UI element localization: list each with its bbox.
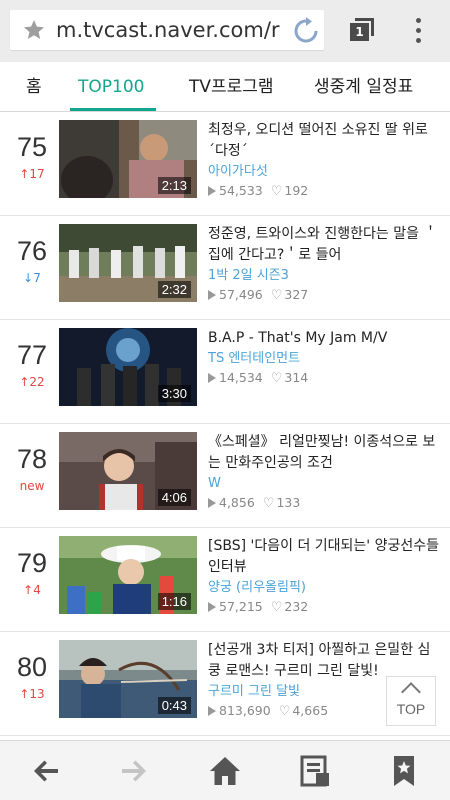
scroll-to-top-label: TOP bbox=[396, 701, 426, 717]
list-item[interactable]: 78 new 4:06 《스페셜》 리얼만찢남! 이종석으로 보는 만화주인공의… bbox=[0, 424, 450, 528]
video-duration: 2:13 bbox=[157, 177, 191, 194]
tab-live-schedule[interactable]: 생중계 일정표 bbox=[314, 62, 413, 112]
video-title[interactable]: B.A.P - That's My Jam M/V bbox=[208, 328, 440, 349]
rank-number: 79 bbox=[16, 548, 48, 578]
tab-count: 1 bbox=[350, 23, 369, 41]
address-bar[interactable]: m.tvcast.naver.com/r bbox=[10, 10, 324, 50]
video-duration: 1:16 bbox=[157, 593, 191, 610]
video-thumbnail[interactable]: 1:16 bbox=[59, 536, 197, 614]
video-title[interactable]: 정준영, 트와이스와 진행한다는 말을 ＇집에 간다고?＇로 들어 bbox=[208, 224, 440, 266]
back-arrow-icon[interactable] bbox=[28, 753, 64, 789]
video-title[interactable]: [SBS] '다음이 더 기대되는' 양궁선수들 인터뷰 bbox=[208, 536, 440, 578]
heart-icon: ♡ bbox=[270, 600, 283, 615]
view-count: 813,690 bbox=[219, 703, 271, 718]
video-duration: 4:06 bbox=[157, 489, 191, 506]
category-tabs: 홈 TOP100 TV프로그램 생중계 일정표 bbox=[0, 62, 450, 112]
like-count: 232 bbox=[284, 599, 309, 614]
video-duration: 2:32 bbox=[157, 281, 191, 298]
view-count: 4,856 bbox=[219, 495, 255, 510]
like-count: 327 bbox=[284, 287, 309, 302]
list-item[interactable]: 80 ↑13 0:43 [선공개 3차 티저] 아찔하고 은밀한 심쿵 로맨스!… bbox=[0, 632, 450, 736]
view-count: 57,215 bbox=[219, 599, 263, 614]
heart-icon: ♡ bbox=[270, 288, 283, 303]
play-count-icon bbox=[208, 498, 216, 508]
video-duration: 0:43 bbox=[157, 697, 191, 714]
list-item[interactable]: 79 ↑4 1:16 [SBS] '다음이 더 기대되는' 양궁선수들 인터뷰 … bbox=[0, 528, 450, 632]
play-count-icon bbox=[208, 373, 216, 383]
rank-number: 76 bbox=[16, 236, 48, 266]
home-icon[interactable] bbox=[207, 753, 243, 789]
overflow-menu-icon[interactable] bbox=[408, 16, 428, 46]
video-thumbnail[interactable]: 0:43 bbox=[59, 640, 197, 718]
heart-icon: ♡ bbox=[270, 184, 283, 199]
heart-icon: ♡ bbox=[278, 704, 291, 719]
channel-name[interactable]: TS 엔터테인먼트 bbox=[208, 350, 440, 368]
channel-name[interactable]: W bbox=[208, 475, 440, 493]
video-info: [SBS] '다음이 더 기대되는' 양궁선수들 인터뷰 양궁 (리우올림픽) … bbox=[208, 536, 440, 617]
list-item[interactable]: 76 ↓7 2:32 정준영, 트와이스와 진행한다는 말을 ＇집에 간다고?＇… bbox=[0, 216, 450, 320]
like-count: 4,665 bbox=[292, 703, 329, 718]
channel-name[interactable]: 아이가다섯 bbox=[208, 163, 440, 181]
rank-number: 80 bbox=[16, 652, 48, 682]
browser-chrome: m.tvcast.naver.com/r 1 bbox=[0, 0, 450, 62]
rank-change: ↑22 bbox=[19, 375, 45, 389]
url-text[interactable]: m.tvcast.naver.com/r bbox=[56, 17, 288, 43]
play-count-icon bbox=[208, 290, 216, 300]
list-item[interactable]: 75 ↑17 2:13 최정우, 오디션 떨어진 소유진 딸 위로 ´다정´ 아… bbox=[0, 112, 450, 216]
like-count: 314 bbox=[284, 370, 309, 385]
video-thumbnail[interactable]: 3:30 bbox=[59, 328, 197, 406]
chevron-up-icon bbox=[401, 682, 421, 702]
video-info: 《스페셜》 리얼만찢남! 이종석으로 보는 만화주인공의 조건 W 4,856 ♡… bbox=[208, 432, 440, 513]
forward-arrow-icon[interactable] bbox=[116, 753, 152, 789]
video-info: B.A.P - That's My Jam M/V TS 엔터테인먼트 14,5… bbox=[208, 328, 440, 388]
bottom-toolbar bbox=[0, 740, 450, 800]
reload-icon[interactable] bbox=[292, 17, 320, 45]
active-tab-indicator bbox=[70, 108, 156, 111]
channel-name[interactable]: 1박 2일 시즌3 bbox=[208, 267, 440, 285]
rank-number: 78 bbox=[16, 444, 48, 474]
channel-name[interactable]: 양궁 (리우올림픽) bbox=[208, 579, 440, 597]
video-stats: 54,533 ♡ 192 bbox=[208, 182, 440, 201]
tab-tv-program[interactable]: TV프로그램 bbox=[189, 62, 274, 112]
rank-change: new bbox=[19, 479, 45, 493]
video-thumbnail[interactable]: 4:06 bbox=[59, 432, 197, 510]
rank-change: ↑17 bbox=[19, 167, 45, 181]
view-count: 54,533 bbox=[219, 183, 263, 198]
list-item[interactable]: 77 ↑22 3:30 B.A.P - That's My Jam M/V TS… bbox=[0, 320, 450, 424]
heart-icon: ♡ bbox=[270, 371, 283, 386]
video-info: 정준영, 트와이스와 진행한다는 말을 ＇집에 간다고?＇로 들어 1박 2일 … bbox=[208, 224, 440, 305]
bookmark-star-icon[interactable] bbox=[22, 18, 46, 42]
play-count-icon bbox=[208, 186, 216, 196]
like-count: 133 bbox=[276, 495, 301, 510]
scroll-to-top-button[interactable]: TOP bbox=[386, 676, 436, 726]
rank-change: ↑4 bbox=[23, 583, 41, 597]
like-count: 192 bbox=[284, 183, 309, 198]
rank-change: ↑13 bbox=[19, 687, 45, 701]
tab-switcher-button[interactable]: 1 bbox=[346, 16, 374, 44]
heart-icon: ♡ bbox=[262, 496, 275, 511]
video-stats: 14,534 ♡ 314 bbox=[208, 369, 440, 388]
video-title[interactable]: 《스페셜》 리얼만찢남! 이종석으로 보는 만화주인공의 조건 bbox=[208, 432, 440, 474]
video-thumbnail[interactable]: 2:32 bbox=[59, 224, 197, 302]
tab-home[interactable]: 홈 bbox=[26, 62, 42, 112]
rank-number: 75 bbox=[16, 132, 48, 162]
video-stats: 4,856 ♡ 133 bbox=[208, 494, 440, 513]
rank-change: ↓7 bbox=[23, 271, 41, 285]
video-duration: 3:30 bbox=[157, 385, 191, 402]
bookmark-icon[interactable] bbox=[386, 753, 422, 789]
play-count-icon bbox=[208, 706, 216, 716]
tab-top100[interactable]: TOP100 bbox=[78, 62, 144, 112]
video-stats: 57,215 ♡ 232 bbox=[208, 598, 440, 617]
video-title[interactable]: 최정우, 오디션 떨어진 소유진 딸 위로 ´다정´ bbox=[208, 120, 440, 162]
reader-icon[interactable] bbox=[297, 753, 333, 789]
video-info: 최정우, 오디션 떨어진 소유진 딸 위로 ´다정´ 아이가다섯 54,533 ♡… bbox=[208, 120, 440, 201]
video-stats: 57,496 ♡ 327 bbox=[208, 286, 440, 305]
video-thumbnail[interactable]: 2:13 bbox=[59, 120, 197, 198]
view-count: 14,534 bbox=[219, 370, 263, 385]
ranking-list: 75 ↑17 2:13 최정우, 오디션 떨어진 소유진 딸 위로 ´다정´ 아… bbox=[0, 112, 450, 736]
play-count-icon bbox=[208, 602, 216, 612]
view-count: 57,496 bbox=[219, 287, 263, 302]
rank-number: 77 bbox=[16, 340, 48, 370]
